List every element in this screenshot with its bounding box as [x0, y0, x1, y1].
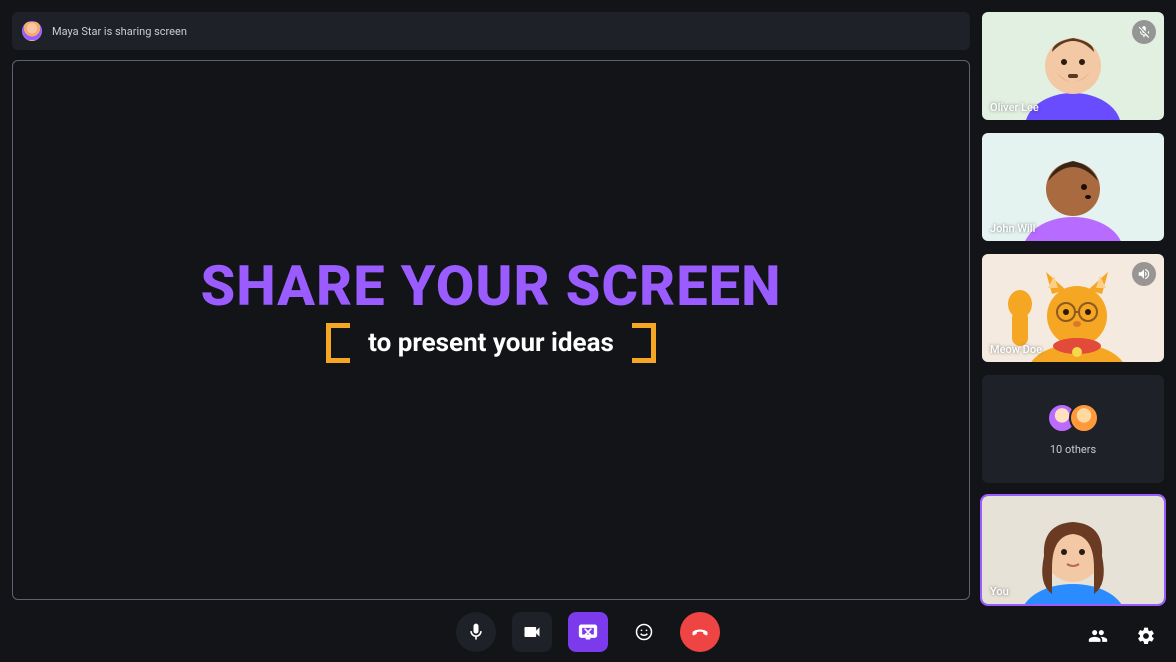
participant-name-label: Oliver Lee [990, 101, 1039, 114]
shared-slide-title: SHARE YOUR SCREEN [200, 257, 781, 316]
presenter-status-text: Maya Star is sharing screen [52, 25, 187, 38]
screen-share-notice: Maya Star is sharing screen [12, 12, 970, 50]
reactions-button[interactable] [624, 612, 664, 652]
microphone-icon [466, 622, 486, 642]
call-controls-bar [0, 612, 1176, 652]
stop-share-button[interactable] [568, 612, 608, 652]
microphone-button[interactable] [456, 612, 496, 652]
speaking-icon [1132, 262, 1156, 286]
camera-button[interactable] [512, 612, 552, 652]
shared-screen-stage: SHARE YOUR SCREEN to present your ideas [12, 60, 970, 600]
participant-name-label: John Will [990, 222, 1035, 235]
bracket-left-icon [326, 323, 350, 363]
presenter-avatar [22, 21, 42, 41]
smile-icon [634, 622, 654, 642]
avatar-self [982, 496, 1164, 604]
present-screen-icon [578, 622, 598, 642]
camera-icon [522, 622, 542, 642]
shared-slide-subtitle: to present your ideas [368, 328, 614, 358]
gear-icon [1136, 626, 1156, 646]
bracket-right-icon [632, 323, 656, 363]
participant-tile-self[interactable]: You [982, 496, 1164, 604]
mic-off-icon [1132, 20, 1156, 44]
others-avatar-stack [1047, 403, 1099, 433]
participant-tile-oliver[interactable]: Oliver Lee [982, 12, 1164, 120]
others-count-label: 10 others [1050, 443, 1096, 456]
end-call-button[interactable] [680, 612, 720, 652]
participant-tile-meow[interactable]: Meow Doe [982, 254, 1164, 362]
shared-slide-subtitle-row: to present your ideas [326, 323, 656, 363]
participants-sidebar: Oliver Lee John Will [982, 12, 1164, 604]
right-controls [1082, 620, 1162, 652]
others-tile[interactable]: 10 others [982, 375, 1164, 483]
participants-button[interactable] [1082, 620, 1114, 652]
people-icon [1088, 626, 1108, 646]
hangup-icon [690, 622, 710, 642]
settings-button[interactable] [1130, 620, 1162, 652]
participant-name-label: You [990, 585, 1009, 598]
participant-name-label: Meow Doe [990, 343, 1042, 356]
participant-tile-john[interactable]: John Will [982, 133, 1164, 241]
stacked-avatar [1069, 403, 1099, 433]
